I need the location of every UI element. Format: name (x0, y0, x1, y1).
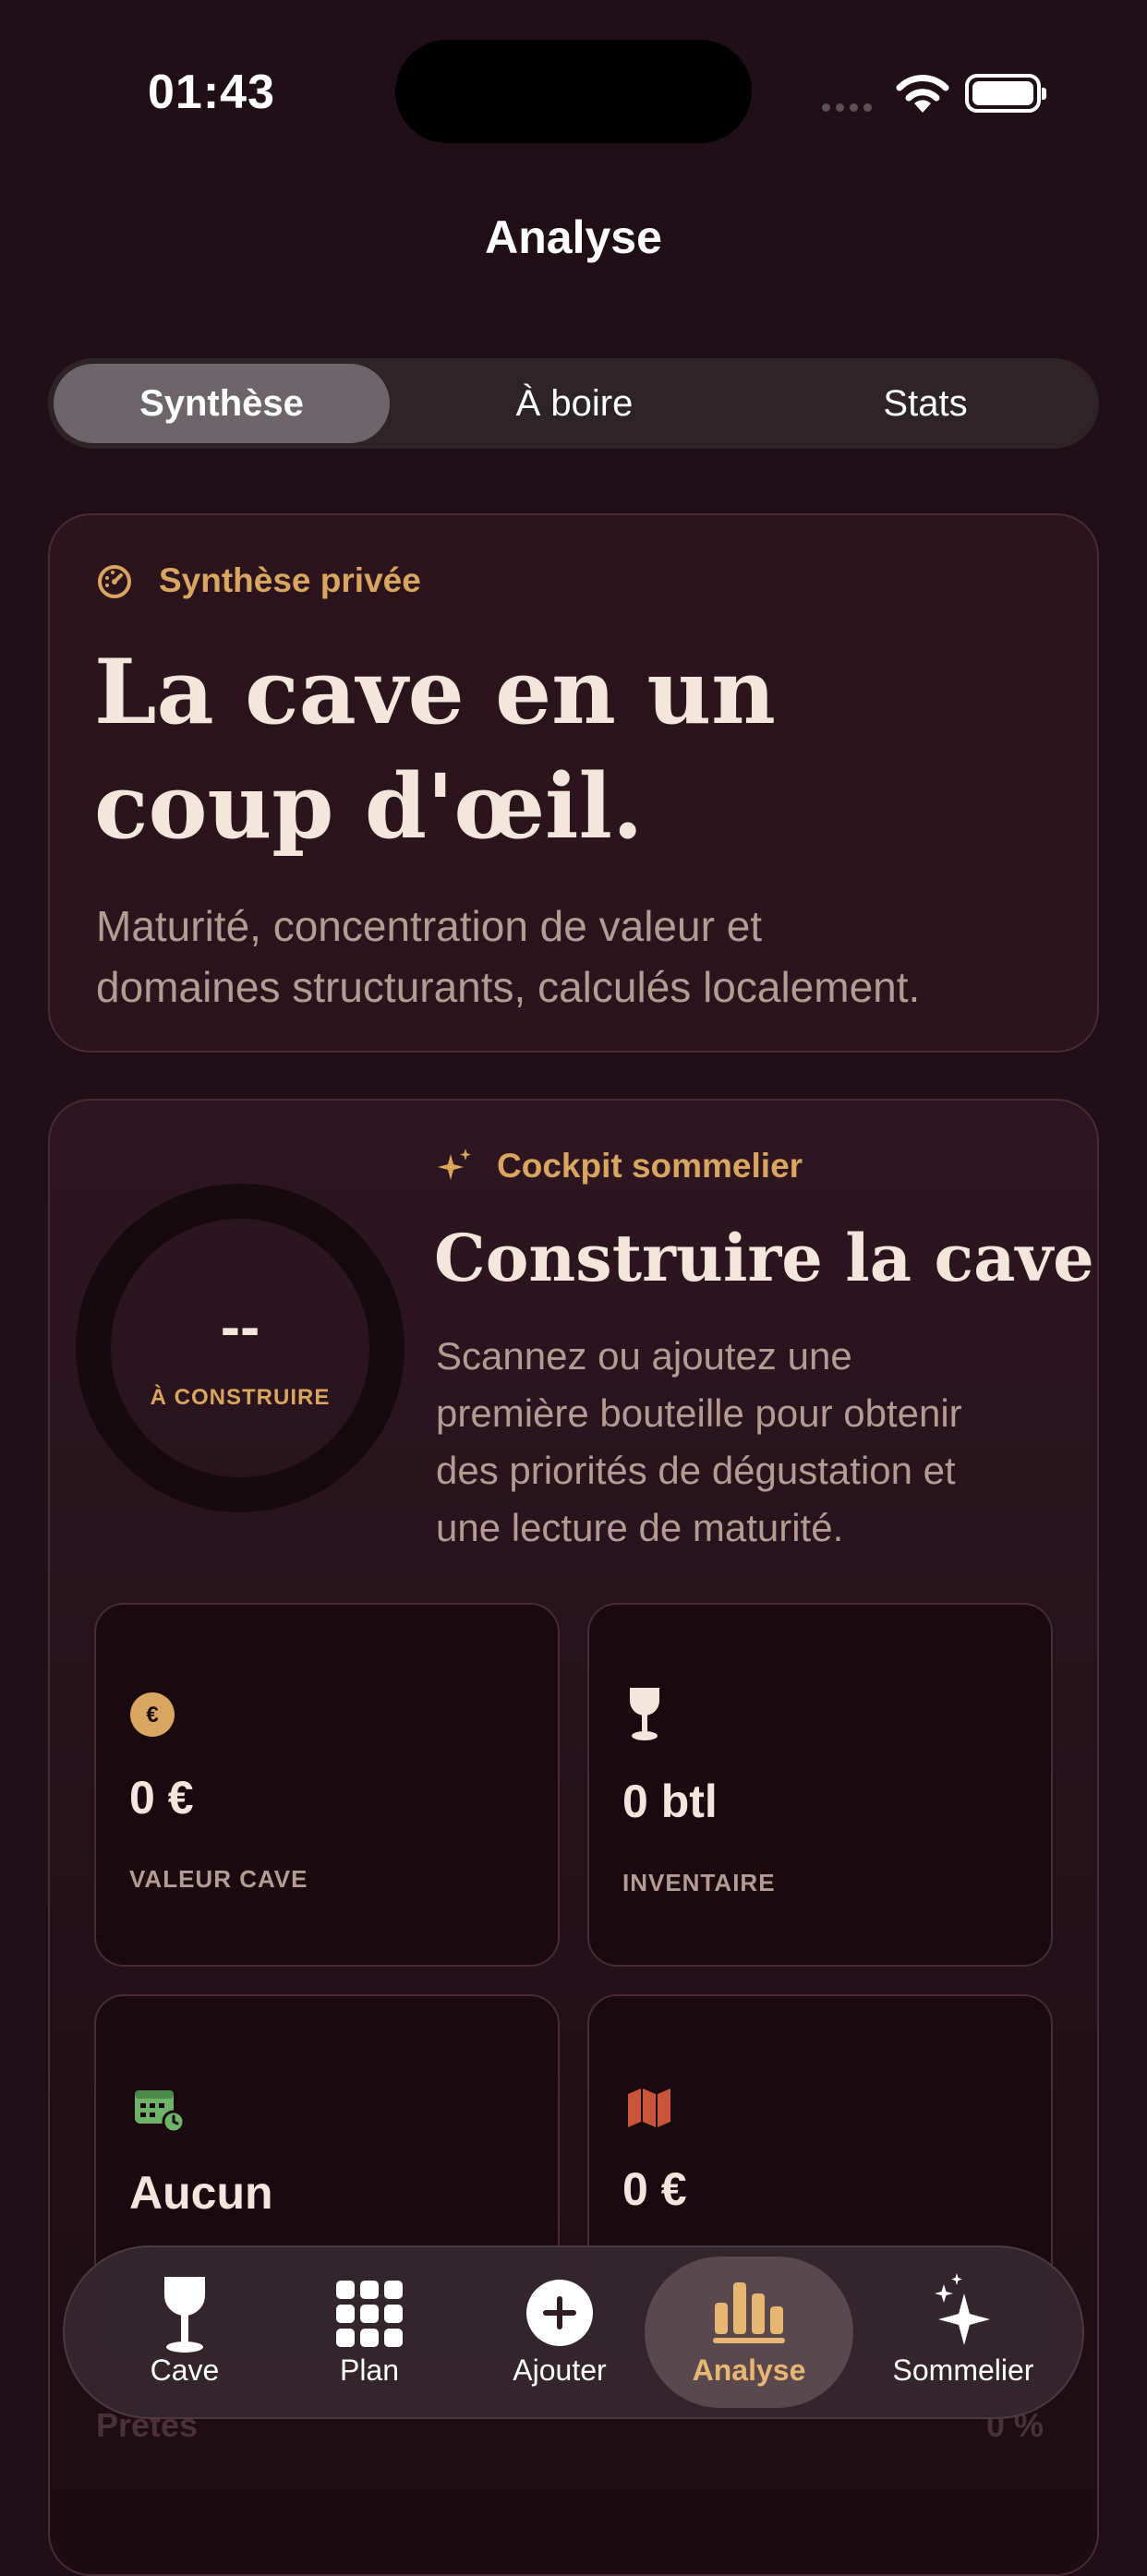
sparkles-icon (935, 2273, 990, 2345)
cellular-signal-icon (822, 100, 877, 116)
stat-tile-value[interactable]: € 0 € VALEUR CAVE (94, 1603, 560, 1967)
euro-icon: € (130, 1692, 175, 1737)
tab-cave-label: Cave (150, 2353, 220, 2387)
tab-stats[interactable]: Stats (757, 364, 1093, 443)
bar-chart-icon (713, 2282, 785, 2343)
tab-sommelier[interactable]: Sommelier (875, 2247, 1051, 2417)
tab-synthese[interactable]: Synthèse (54, 364, 390, 443)
grid-icon (336, 2281, 403, 2347)
tab-plan[interactable]: Plan (305, 2247, 434, 2417)
calendar-icon (135, 2090, 185, 2133)
intro-desc-line2: domaines structurants, calculés localeme… (96, 963, 921, 1011)
ring-label: À CONSTRUIRE (150, 1385, 331, 1410)
cockpit-desc-line4: une lecture de maturité. (436, 1506, 844, 1549)
wine-glass-icon (630, 1688, 659, 1740)
tab-a-boire[interactable]: À boire (406, 364, 743, 443)
intro-title-line2: coup d'œil. (94, 754, 644, 859)
cockpit-title: Construire la cave (434, 1220, 1094, 1296)
sparkles-icon (438, 1149, 471, 1180)
wine-glass-icon (164, 2277, 205, 2353)
tile-value-amount: 0 € (129, 1772, 194, 1824)
cockpit-eyebrow: Cockpit sommelier (497, 1147, 803, 1185)
page-title: Analyse (485, 211, 662, 263)
intro-card: Synthèse privée La cave en un coup d'œil… (48, 513, 1099, 1053)
gauge-icon (98, 565, 131, 598)
tab-ajouter[interactable]: Ajouter (495, 2247, 624, 2417)
ring-value: -- (220, 1294, 260, 1360)
battery-icon (965, 74, 1046, 113)
tab-analyse[interactable]: Analyse (683, 2247, 815, 2417)
tab-sommelier-label: Sommelier (892, 2353, 1034, 2387)
wifi-icon (896, 75, 949, 113)
tile-region-value: 0 € (622, 2163, 687, 2215)
tile-inventory-amount: 0 btl (622, 1776, 718, 1827)
tab-cave[interactable]: Cave (120, 2247, 249, 2417)
intro-title-line1: La cave en un (94, 640, 776, 744)
tab-bar: Cave Plan Ajouter Analyse Sommelier (63, 2245, 1084, 2419)
stat-tile-inventory[interactable]: 0 btl INVENTAIRE (587, 1603, 1053, 1967)
cockpit-desc-line2: première bouteille pour obtenir (436, 1391, 962, 1435)
tile-window-value: Aucun (129, 2167, 273, 2219)
svg-text:€: € (146, 1703, 158, 1727)
status-time: 01:43 (148, 66, 275, 119)
map-icon (628, 2088, 670, 2127)
intro-desc-line1: Maturité, concentration de valeur et (96, 902, 763, 950)
dynamic-island (395, 40, 752, 143)
tab-plan-label: Plan (339, 2353, 400, 2387)
segmented-control: Synthèse À boire Stats (48, 358, 1099, 449)
tab-analyse-label: Analyse (692, 2353, 806, 2387)
tile-inventory-label: INVENTAIRE (622, 1869, 776, 1896)
cockpit-desc-line3: des priorités de dégustation et (436, 1449, 956, 1492)
tab-ajouter-label: Ajouter (513, 2353, 607, 2387)
tile-value-label: VALEUR CAVE (129, 1865, 308, 1893)
plus-circle-icon (526, 2280, 593, 2346)
intro-eyebrow: Synthèse privée (159, 561, 421, 599)
cockpit-desc-line1: Scannez ou ajoutez une (436, 1334, 852, 1378)
